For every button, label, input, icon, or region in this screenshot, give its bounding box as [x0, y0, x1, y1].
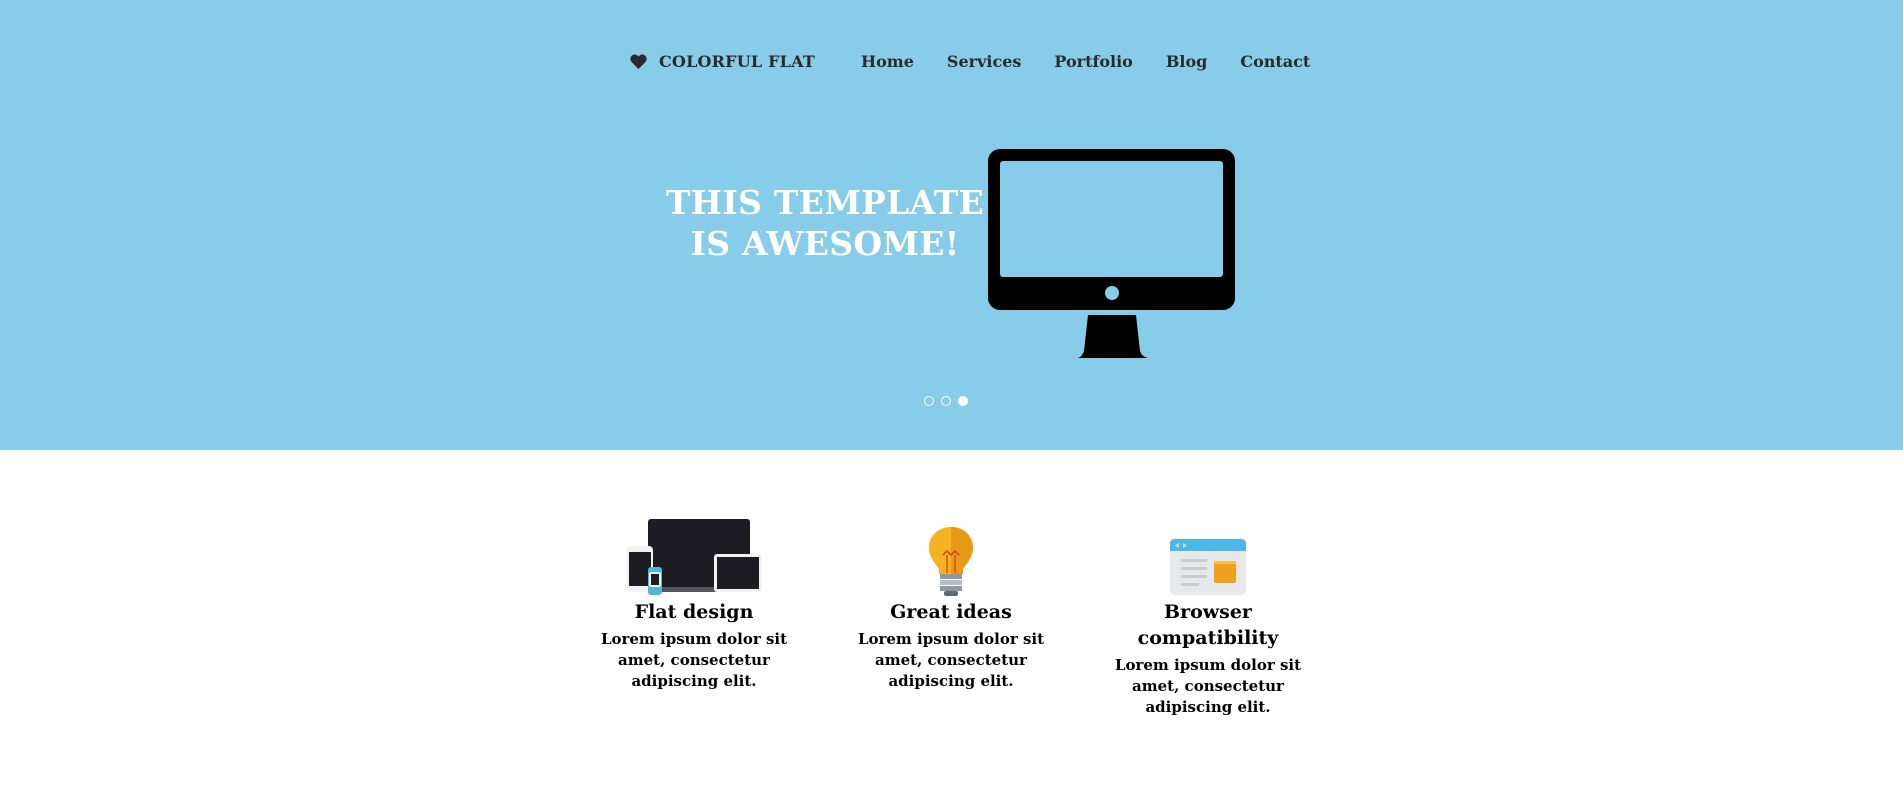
nav-contact[interactable]: Contact — [1240, 52, 1310, 71]
hero-headline-line2: IS AWESOME! — [690, 224, 960, 263]
browser-window-icon — [1108, 517, 1308, 597]
feature-title: Flat design — [634, 601, 754, 623]
feature-title: Browser compatibility — [1137, 601, 1279, 649]
feature-browser-compatibility: Browser compatibility Lorem ipsum dolor … — [1108, 517, 1308, 718]
brand-name: COLORFUL FLAT — [659, 52, 815, 71]
hero-headline-line1: THIS TEMPLATE — [665, 183, 985, 222]
slider-dot-3-active[interactable] — [958, 396, 968, 406]
slider-dot-2[interactable] — [941, 396, 951, 406]
devices-icon — [594, 517, 794, 597]
feature-title: Great ideas — [890, 601, 1012, 623]
slider-dot-1[interactable] — [924, 396, 934, 406]
nav-services[interactable]: Services — [947, 52, 1021, 71]
heart-icon — [630, 54, 647, 69]
nav-home[interactable]: Home — [861, 52, 914, 71]
hero-section: COLORFUL FLAT Home Services Portfolio Bl… — [0, 0, 1903, 450]
nav-blog[interactable]: Blog — [1166, 52, 1207, 71]
main-nav: Home Services Portfolio Blog Contact — [861, 52, 1310, 71]
feature-text: Lorem ipsum dolor sit amet, consectetur … — [857, 630, 1045, 690]
monitor-icon — [988, 149, 1236, 363]
brand-logo[interactable]: COLORFUL FLAT — [630, 52, 815, 71]
hero-headline: THIS TEMPLATE IS AWESOME! — [655, 182, 995, 264]
feature-text: Lorem ipsum dolor sit amet, consectetur … — [1114, 656, 1302, 716]
features-section: Flat design Lorem ipsum dolor sit amet, … — [0, 450, 1903, 793]
slider-pagination — [924, 396, 968, 406]
feature-text: Lorem ipsum dolor sit amet, consectetur … — [600, 630, 788, 690]
lightbulb-icon — [851, 517, 1051, 597]
feature-flat-design: Flat design Lorem ipsum dolor sit amet, … — [594, 517, 794, 692]
nav-portfolio[interactable]: Portfolio — [1054, 52, 1132, 71]
feature-great-ideas: Great ideas Lorem ipsum dolor sit amet, … — [851, 517, 1051, 692]
